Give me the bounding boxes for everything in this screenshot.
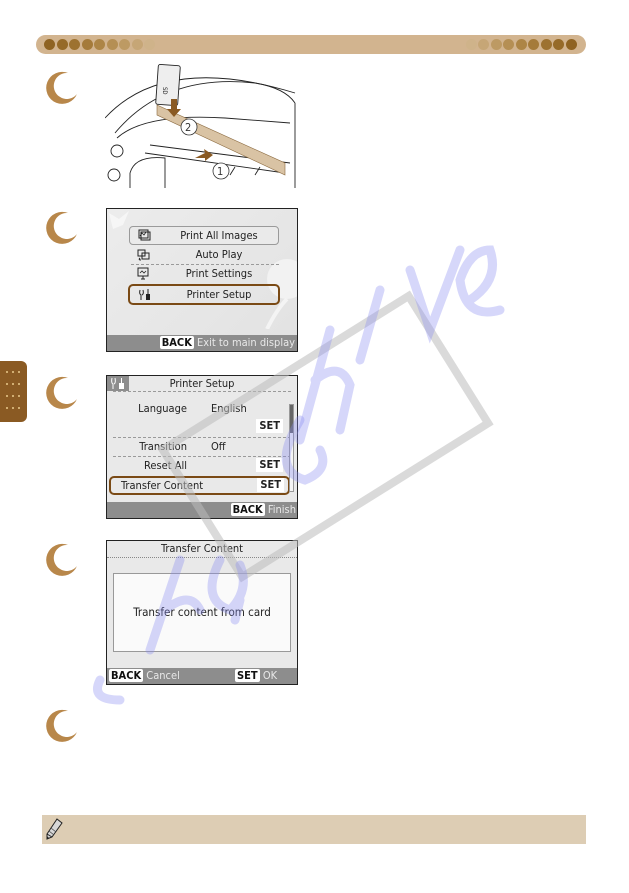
- tab-dot: [12, 407, 14, 409]
- setting-row-language-set[interactable]: SET: [107, 418, 287, 435]
- tab-dot: [6, 395, 8, 397]
- scrollbar[interactable]: [289, 404, 294, 492]
- main-menu-screen: Print All Images Auto Play Print Setting…: [106, 208, 298, 352]
- step-1-marker-icon: [46, 71, 77, 104]
- screen-footer: BACK Finish: [107, 502, 297, 518]
- pencil-icon: [46, 818, 63, 840]
- header-dot: [540, 39, 552, 50]
- tab-dot: [6, 383, 8, 385]
- message-box: Transfer content from card: [113, 573, 291, 652]
- transfer-content-screen: Transfer Content Transfer content from c…: [106, 540, 298, 685]
- menu-item-label: Auto Play: [195, 248, 243, 261]
- header-dot: [553, 39, 564, 50]
- header-dot: [56, 39, 68, 50]
- menu-item-print-all-images[interactable]: Print All Images: [129, 226, 279, 245]
- header-dots-left: [44, 39, 157, 50]
- setting-value: English: [211, 402, 247, 415]
- auto-play-icon: [137, 249, 150, 261]
- ok-label: OK: [262, 669, 278, 682]
- menu-item-printer-setup[interactable]: Printer Setup: [128, 284, 280, 305]
- header-dot: [465, 39, 477, 50]
- screen-title: Transfer Content: [160, 542, 244, 555]
- menu-item-auto-play[interactable]: Auto Play: [129, 246, 279, 263]
- footer-text: Exit to main display: [197, 336, 295, 349]
- message-text: Transfer content from card: [133, 605, 271, 619]
- divider: [107, 557, 297, 558]
- setting-value: Off: [211, 440, 226, 453]
- header-bar: [36, 35, 586, 54]
- screen-title: Printer Setup: [169, 377, 235, 390]
- header-dot: [94, 39, 105, 50]
- setting-label: Language: [138, 402, 187, 415]
- step-3-marker-icon: [46, 376, 77, 409]
- back-button[interactable]: BACK: [230, 503, 265, 516]
- tab-dot: [6, 371, 8, 373]
- screen-footer: BACK Cancel SET OK: [107, 668, 297, 684]
- header-dot: [69, 39, 80, 50]
- printer-setup-screen: Printer Setup Language English SET Trans…: [106, 375, 298, 519]
- menu-item-label: Print Settings: [185, 267, 253, 280]
- back-button[interactable]: BACK: [159, 336, 194, 349]
- printer-setup-icon: [139, 289, 150, 300]
- scrollbar-thumb[interactable]: [290, 405, 293, 433]
- setting-label: Reset All: [143, 459, 187, 472]
- back-button[interactable]: BACK: [109, 669, 144, 682]
- header-dot: [119, 39, 130, 50]
- header-dot: [81, 39, 93, 50]
- screen-footer: BACK Exit to main display: [107, 335, 297, 351]
- chapter-tab[interactable]: [0, 361, 27, 422]
- step-2-marker-icon: [46, 211, 77, 244]
- setting-label: Transition: [139, 440, 187, 453]
- menu-item-print-settings[interactable]: Print Settings: [129, 265, 279, 282]
- tab-dot: [18, 407, 20, 409]
- tab-dot: [6, 407, 8, 409]
- step-5-marker-icon: [46, 709, 77, 742]
- header-dot: [144, 39, 155, 50]
- header-dots-right: [465, 39, 579, 50]
- menu-item-label: Printer Setup: [186, 288, 252, 301]
- setting-label: Transfer Content: [121, 479, 204, 492]
- cancel-label: Cancel: [146, 669, 180, 682]
- card-insertion-illustration: SD 2 1: [105, 63, 296, 188]
- note-box: [42, 815, 586, 844]
- menu-item-label: Print All Images: [180, 229, 258, 242]
- tab-dot: [12, 383, 14, 385]
- tab-dot: [12, 395, 14, 397]
- header-dot: [565, 39, 577, 50]
- setting-row-language[interactable]: Language English: [107, 400, 287, 417]
- callout-1: 1: [217, 165, 223, 178]
- tab-dot: [18, 395, 20, 397]
- divider: [113, 391, 291, 392]
- header-dot: [490, 39, 502, 50]
- step-4-marker-icon: [46, 543, 77, 576]
- watermark: [93, 245, 505, 705]
- set-button[interactable]: SET: [257, 478, 284, 492]
- print-settings-icon: [137, 267, 149, 280]
- setting-row-transition[interactable]: Transition Off: [107, 438, 287, 455]
- tab-dot: [18, 371, 20, 373]
- tab-dot: [18, 383, 20, 385]
- print-all-images-icon: [138, 229, 151, 241]
- header-dot: [503, 39, 514, 50]
- header-dot: [44, 39, 55, 50]
- set-button[interactable]: SET: [256, 458, 283, 472]
- set-button[interactable]: SET: [235, 669, 260, 682]
- set-button[interactable]: SET: [256, 419, 283, 433]
- tab-dot: [12, 371, 14, 373]
- header-dot: [478, 39, 489, 50]
- header-dot: [106, 39, 118, 50]
- header-dot: [528, 39, 539, 50]
- callout-2: 2: [185, 121, 191, 134]
- header-dot: [131, 39, 143, 50]
- setting-row-transfer-content[interactable]: Transfer Content SET: [109, 476, 290, 495]
- svg-text:SD: SD: [161, 87, 168, 95]
- footer-text: Finish: [267, 503, 296, 516]
- setting-row-reset-all[interactable]: Reset All SET: [107, 457, 287, 474]
- header-dot: [515, 39, 527, 50]
